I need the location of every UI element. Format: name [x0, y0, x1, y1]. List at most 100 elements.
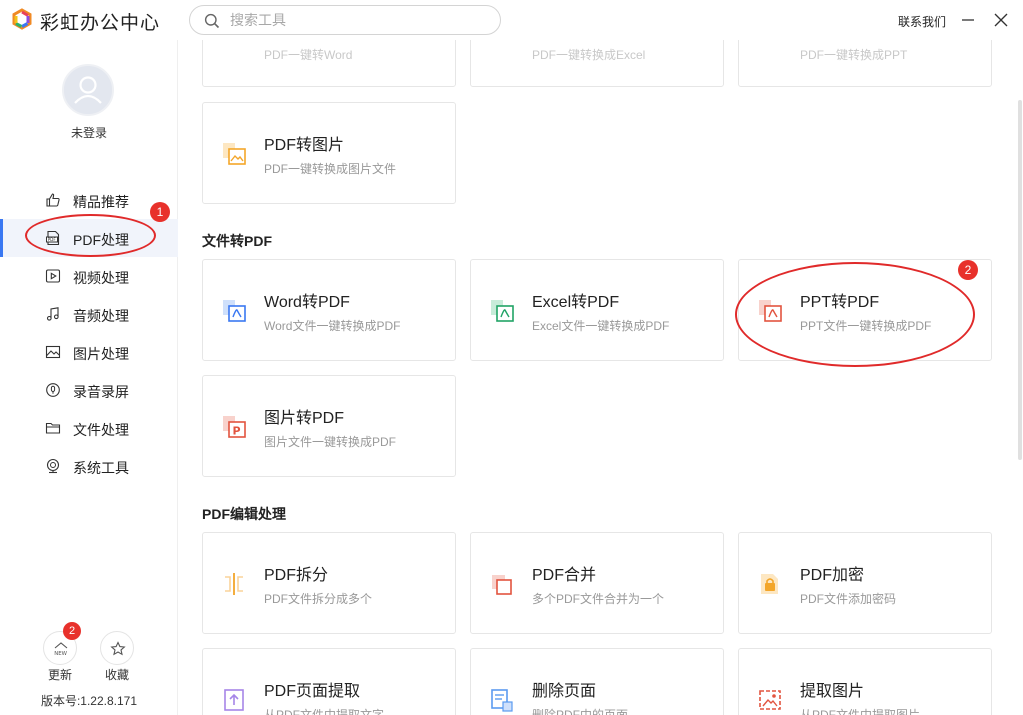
extract-image-icon — [759, 690, 781, 710]
rainbow-logo-icon — [12, 8, 32, 30]
ppt-to-pdf-card[interactable]: PPT转PDF PPT文件一键转换成PDF — [738, 259, 992, 361]
search-icon — [204, 13, 220, 29]
version-text: 版本号:1.22.8.171 — [40, 694, 138, 708]
sidebar-item-label: PDF处理 — [73, 232, 129, 248]
update-label[interactable]: 更新 — [40, 666, 80, 683]
thumbs-up-icon — [46, 193, 60, 207]
card-desc: PDF一键转换成图片文件 — [264, 162, 397, 176]
sidebar-item-audio[interactable]: 音频处理 — [0, 295, 178, 333]
card-desc: 删除PDF中的页面 — [532, 708, 629, 715]
image-icon — [45, 345, 61, 359]
card-desc: 图片文件一键转换成PDF — [264, 435, 397, 449]
card-desc: 从PDF文件中提取图片 — [800, 708, 921, 715]
sidebar-item-record[interactable]: 录音录屏 — [0, 371, 178, 409]
user-icon — [64, 66, 112, 114]
ppt-to-pdf-icon — [759, 300, 782, 322]
pdf-to-ppt-card[interactable]: PDF一键转换成PPT — [738, 40, 992, 87]
pdf-merge-card[interactable]: PDF合并 多个PDF文件合并为一个 — [470, 532, 724, 634]
record-icon — [46, 383, 60, 397]
video-icon — [45, 269, 61, 283]
search-box[interactable] — [189, 5, 501, 35]
split-icon — [225, 573, 243, 595]
card-desc: Excel文件一键转换成PDF — [532, 319, 670, 333]
login-status[interactable]: 未登录 — [0, 124, 178, 141]
update-icon-text: NEW — [54, 651, 67, 657]
extract-page-icon — [224, 689, 244, 711]
main-content: PDF一键转Word PDF一键转换成Excel PDF一键转换成PPT PDF… — [179, 40, 1023, 715]
new-update-icon: NEW — [54, 642, 68, 657]
folder-icon — [45, 422, 61, 434]
card-desc: PDF文件拆分成多个 — [264, 592, 373, 606]
favorite-button[interactable] — [100, 631, 134, 665]
annotation-badge-2: 2 — [958, 260, 978, 280]
card-desc: 从PDF文件中提取文字 — [264, 708, 385, 715]
pdf-encrypt-card[interactable]: PDF加密 PDF文件添加密码 — [738, 532, 992, 634]
sidebar-item-label: 录音录屏 — [73, 384, 129, 400]
pdf-split-card[interactable]: PDF拆分 PDF文件拆分成多个 — [202, 532, 456, 634]
close-icon[interactable] — [991, 10, 1011, 30]
svg-text:P: P — [233, 425, 241, 438]
card-desc: PPT文件一键转换成PDF — [800, 319, 932, 333]
sidebar-item-pdf[interactable]: PDF PDF处理 — [0, 219, 178, 257]
extract-image-card[interactable]: 提取图片 从PDF文件中提取图片 — [738, 648, 992, 715]
monitor-icon — [46, 458, 60, 474]
card-title: PDF页面提取 — [264, 683, 361, 700]
card-desc: PDF一键转Word — [264, 48, 353, 62]
favorite-label[interactable]: 收藏 — [97, 666, 137, 683]
scrollbar[interactable] — [1018, 100, 1022, 460]
word-to-pdf-card[interactable]: Word转PDF Word文件一键转换成PDF — [202, 259, 456, 361]
sidebar-item-label: 音频处理 — [73, 308, 129, 324]
search-input[interactable] — [230, 10, 480, 30]
svg-text:PDF: PDF — [48, 237, 57, 242]
update-badge: 2 — [63, 622, 81, 640]
delete-page-icon — [491, 689, 513, 712]
music-note-icon — [46, 307, 59, 321]
sidebar-item-image[interactable]: 图片处理 — [0, 333, 178, 371]
annotation-badge-1: 1 — [150, 202, 170, 222]
pdf-to-excel-card[interactable]: PDF一键转换成Excel — [470, 40, 724, 87]
card-desc: PDF一键转换成PPT — [800, 48, 908, 62]
card-desc: PDF一键转换成Excel — [532, 48, 646, 62]
pdf-to-word-card[interactable]: PDF一键转Word — [202, 40, 456, 87]
image-to-pdf-icon: P — [223, 416, 246, 438]
sidebar-item-label: 视频处理 — [73, 270, 129, 286]
section-title-to-pdf: 文件转PDF — [202, 233, 272, 249]
excel-to-pdf-card[interactable]: Excel转PDF Excel文件一键转换成PDF — [470, 259, 724, 361]
card-title: PPT转PDF — [800, 294, 880, 311]
card-desc: Word文件一键转换成PDF — [264, 319, 401, 333]
card-desc: 多个PDF文件合并为一个 — [532, 592, 665, 606]
sidebar: 未登录 精品推荐 PDF PDF处理 视频处理 音频处理 图片处理 录音录屏 文… — [0, 40, 178, 715]
section-title-edit: PDF编辑处理 — [202, 506, 286, 522]
pdf-to-image-card[interactable]: PDF转图片 PDF一键转换成图片文件 — [202, 102, 456, 204]
app-title: 彩虹办公中心 — [40, 13, 161, 34]
image-to-pdf-card[interactable]: P 图片转PDF 图片文件一键转换成PDF — [202, 375, 456, 477]
sidebar-item-label: 精品推荐 — [73, 194, 129, 210]
contact-us-link[interactable]: 联系我们 — [898, 13, 946, 30]
sidebar-item-label: 图片处理 — [73, 346, 129, 362]
pdf-page-extract-card[interactable]: PDF页面提取 从PDF文件中提取文字 — [202, 648, 456, 715]
card-title: Excel转PDF — [532, 294, 620, 311]
word-to-pdf-icon — [223, 300, 246, 322]
star-icon — [110, 641, 126, 656]
lock-icon — [761, 574, 778, 594]
card-title: PDF转图片 — [264, 137, 345, 154]
pdf-file-icon: PDF — [46, 230, 60, 246]
title-bar: 彩虹办公中心 联系我们 — [0, 0, 1023, 40]
minimize-icon[interactable] — [958, 10, 978, 30]
merge-icon — [492, 575, 512, 595]
card-title: PDF加密 — [800, 567, 865, 584]
card-title: PDF合并 — [532, 567, 597, 584]
sidebar-item-file[interactable]: 文件处理 — [0, 409, 178, 447]
excel-to-pdf-icon — [491, 300, 514, 322]
delete-page-card[interactable]: 删除页面 删除PDF中的页面 — [470, 648, 724, 715]
card-title: 删除页面 — [532, 683, 597, 700]
card-title: Word转PDF — [264, 294, 350, 311]
card-desc: PDF文件添加密码 — [800, 592, 897, 606]
app-window: 彩虹办公中心 联系我们 未登录 — [0, 0, 1023, 715]
sidebar-item-video[interactable]: 视频处理 — [0, 257, 178, 295]
card-title: 提取图片 — [800, 683, 865, 700]
card-title: PDF拆分 — [264, 567, 329, 584]
avatar[interactable] — [62, 64, 114, 116]
card-title: 图片转PDF — [264, 410, 345, 427]
sidebar-item-system[interactable]: 系统工具 — [0, 447, 178, 485]
